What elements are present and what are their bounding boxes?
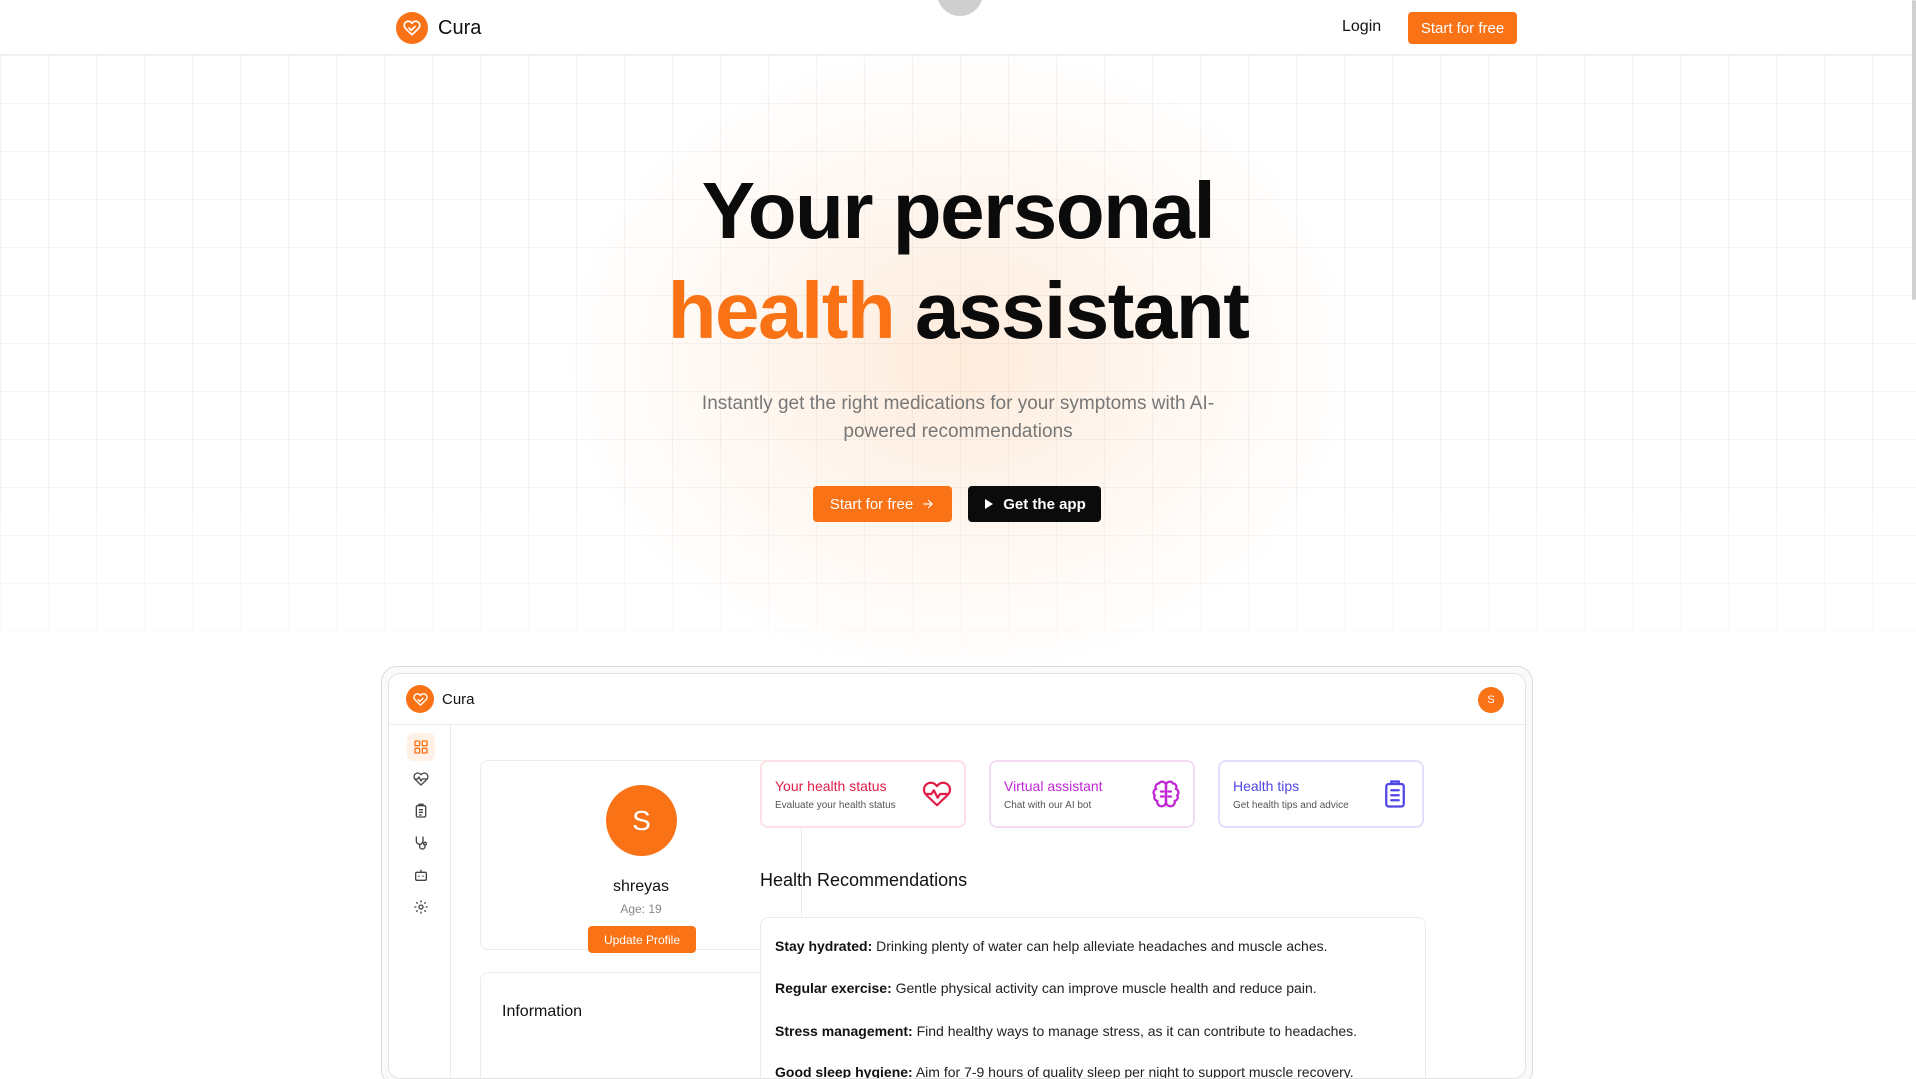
recommendation-label: Stress management:	[775, 1023, 913, 1039]
dashboard-sidebar	[389, 725, 451, 1078]
sidebar-item-assistant[interactable]	[407, 861, 435, 889]
health-tips-subtitle: Get health tips and advice	[1233, 800, 1349, 811]
play-store-icon	[985, 499, 994, 509]
heart-logo-icon	[396, 12, 428, 44]
brand-logo-link[interactable]: Cura	[396, 12, 481, 44]
login-link[interactable]: Login	[1342, 18, 1381, 36]
gear-icon	[414, 900, 428, 914]
grid-icon	[414, 740, 428, 754]
sidebar-item-settings[interactable]	[407, 893, 435, 921]
heart-pulse-icon	[922, 781, 952, 807]
recommendation-label: Good sleep hygiene:	[775, 1064, 913, 1079]
virtual-assistant-subtitle: Chat with our AI bot	[1004, 800, 1092, 811]
bot-icon	[415, 869, 427, 881]
nav-handle	[937, 0, 983, 16]
health-recommendations-title: Health Recommendations	[760, 870, 968, 890]
hero-start-free-label: Start for free	[829, 495, 914, 513]
stethoscope-icon	[415, 836, 427, 850]
recommendation-item: Stress management: Find healthy ways to …	[775, 1023, 1357, 1039]
update-profile-button[interactable]: Update Profile	[588, 926, 696, 953]
information-card: Information	[480, 972, 802, 1078]
virtual-assistant-title: Virtual assistant	[1004, 778, 1103, 794]
sidebar-item-dashboard[interactable]	[407, 733, 435, 761]
sidebar-item-health[interactable]	[407, 765, 435, 793]
recommendation-text: Drinking plenty of water can help allevi…	[872, 938, 1328, 954]
hero-subtitle: Instantly get the right medications for …	[701, 393, 1215, 442]
health-status-card[interactable]: Your health status Evaluate your health …	[760, 760, 966, 828]
hero-glow	[560, 40, 1360, 680]
clipboard-icon	[415, 803, 427, 818]
arrow-right-icon	[923, 499, 934, 509]
recommendation-text: Gentle physical activity can improve mus…	[891, 980, 1317, 996]
nav-start-free-button[interactable]: Start for free	[1408, 12, 1517, 44]
hero-title-line1: Your personal	[701, 166, 1216, 255]
get-app-label: Get the app	[1003, 495, 1086, 513]
recommendation-text: Aim for 7-9 hours of quality sleep per n…	[912, 1064, 1354, 1079]
hero-start-free-button[interactable]: Start for free	[813, 486, 952, 522]
recommendation-item: Good sleep hygiene: Aim for 7-9 hours of…	[775, 1064, 1354, 1079]
brand-name: Cura	[438, 16, 482, 39]
health-tips-card[interactable]: Health tips Get health tips and advice	[1218, 760, 1424, 828]
hero-title-highlight: health	[667, 266, 896, 355]
virtual-assistant-card[interactable]: Virtual assistant Chat with our AI bot	[989, 760, 1195, 828]
health-status-title: Your health status	[775, 778, 887, 794]
health-status-subtitle: Evaluate your health status	[775, 800, 896, 811]
hero-title-rest: assistant	[894, 266, 1250, 355]
recommendation-label: Stay hydrated:	[775, 938, 873, 954]
health-recommendations-card: Stay hydrated: Drinking plenty of water …	[760, 917, 1426, 1079]
dashboard-brand-name: Cura	[442, 690, 475, 708]
recommendation-item: Regular exercise: Gentle physical activi…	[775, 980, 1317, 996]
heart-logo-icon	[406, 685, 434, 713]
brain-icon	[1152, 780, 1180, 808]
user-avatar[interactable]: S	[1478, 687, 1504, 713]
health-tips-title: Health tips	[1233, 778, 1300, 794]
clipboard-list-icon	[1385, 780, 1405, 808]
recommendation-label: Regular exercise:	[775, 980, 892, 996]
dashboard-topbar: Cura S	[389, 674, 1525, 725]
top-navbar: Cura Login Start for free	[0, 0, 1916, 55]
recommendation-item: Stay hydrated: Drinking plenty of water …	[775, 938, 1328, 954]
dashboard-preview-frame: Cura S S shreyas Age: 19 Update Profile …	[381, 666, 1533, 1079]
heart-icon	[413, 772, 429, 786]
hero-title-line2: health assistant	[0, 265, 1916, 357]
profile-name: shreyas	[612, 878, 670, 895]
profile-card: S shreyas Age: 19 Update Profile	[480, 760, 802, 953]
sidebar-item-records[interactable]	[407, 797, 435, 825]
profile-avatar: S	[606, 785, 677, 856]
information-title: Information	[502, 1003, 583, 1020]
dashboard-brand[interactable]: Cura	[406, 685, 475, 713]
profile-age: Age: 19	[620, 902, 662, 916]
hero-cta-group: Start for free Get the app	[813, 486, 1101, 522]
recommendation-text: Find healthy ways to manage stress, as i…	[912, 1023, 1358, 1039]
dashboard-preview: Cura S S shreyas Age: 19 Update Profile …	[388, 673, 1526, 1079]
sidebar-item-doctor[interactable]	[407, 829, 435, 857]
get-app-button[interactable]: Get the app	[968, 486, 1101, 522]
